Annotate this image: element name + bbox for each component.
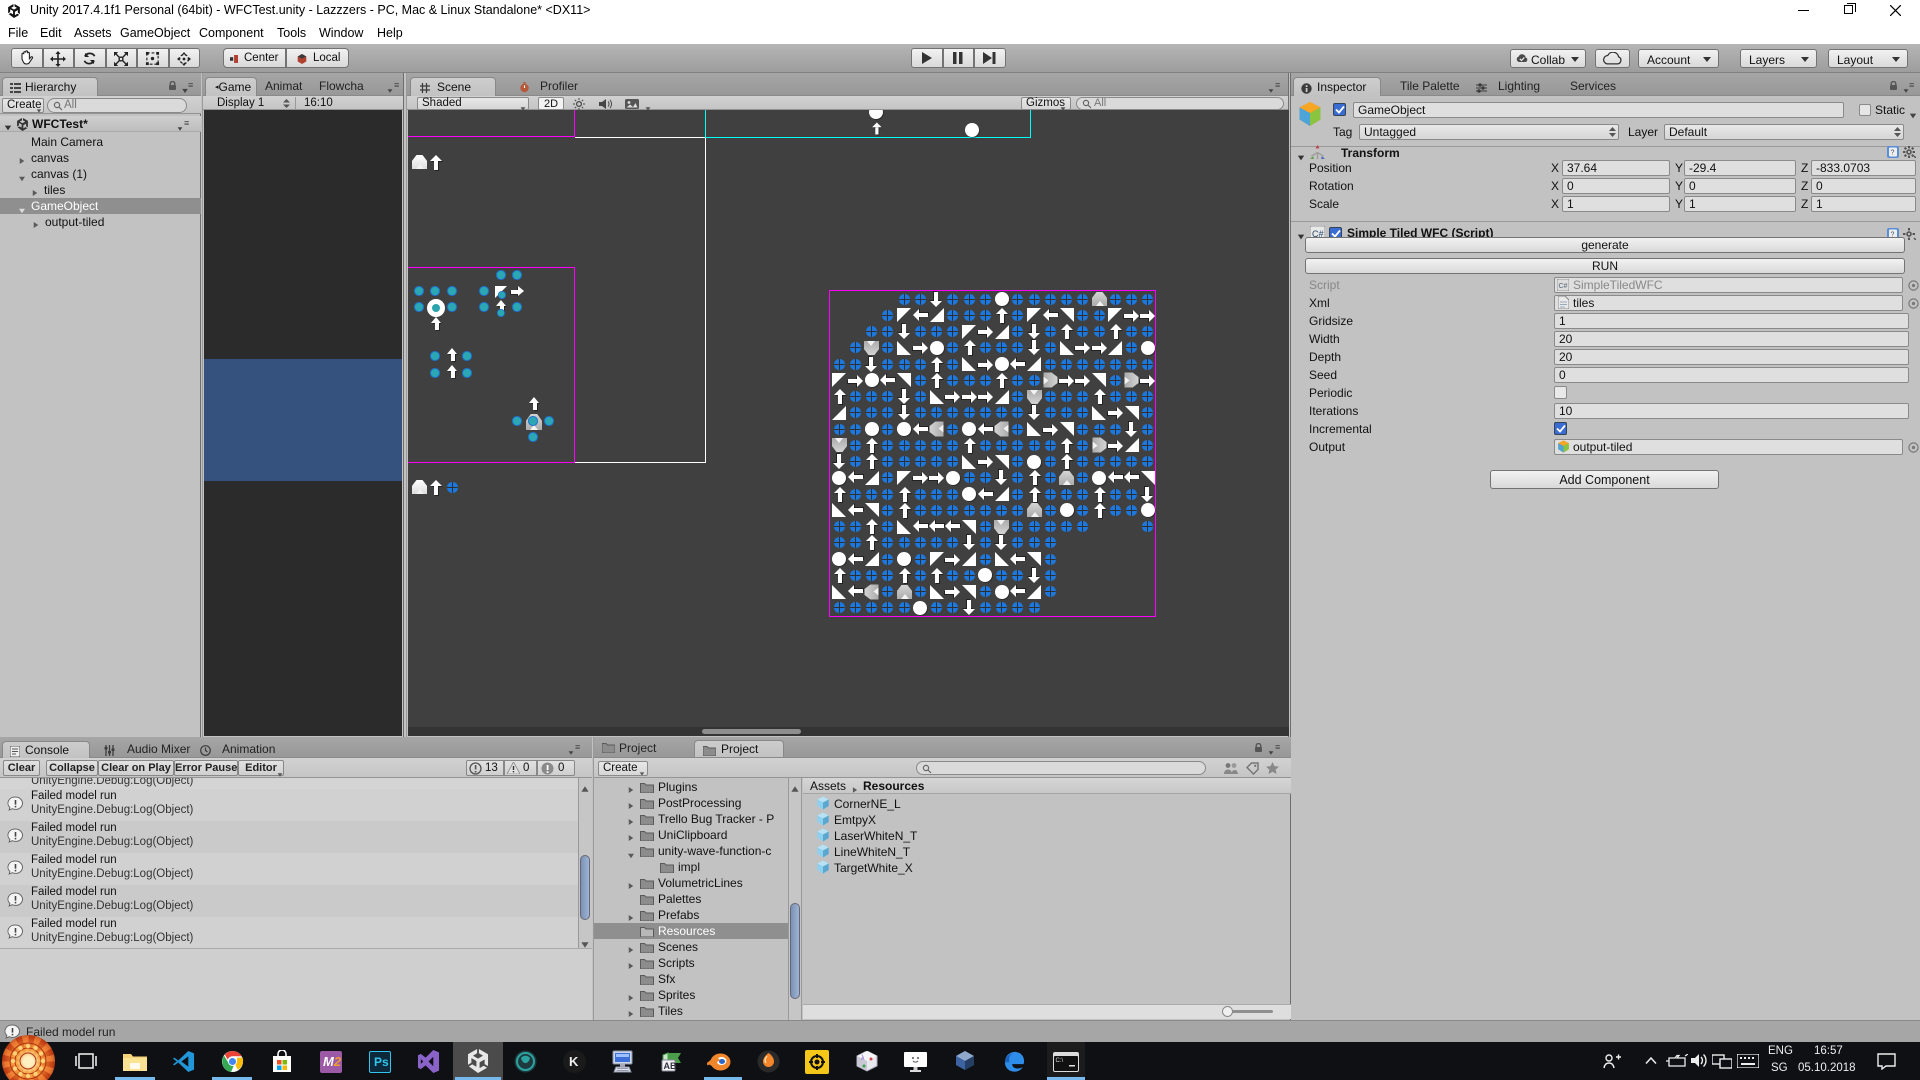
svg-text:?: ?	[1891, 150, 1895, 157]
svg-text:C#: C#	[1559, 283, 1568, 290]
svg-text:AB: AB	[664, 1061, 677, 1071]
svg-text:C:\: C:\	[1056, 1058, 1064, 1064]
svg-text:λ: λ	[861, 1055, 865, 1062]
